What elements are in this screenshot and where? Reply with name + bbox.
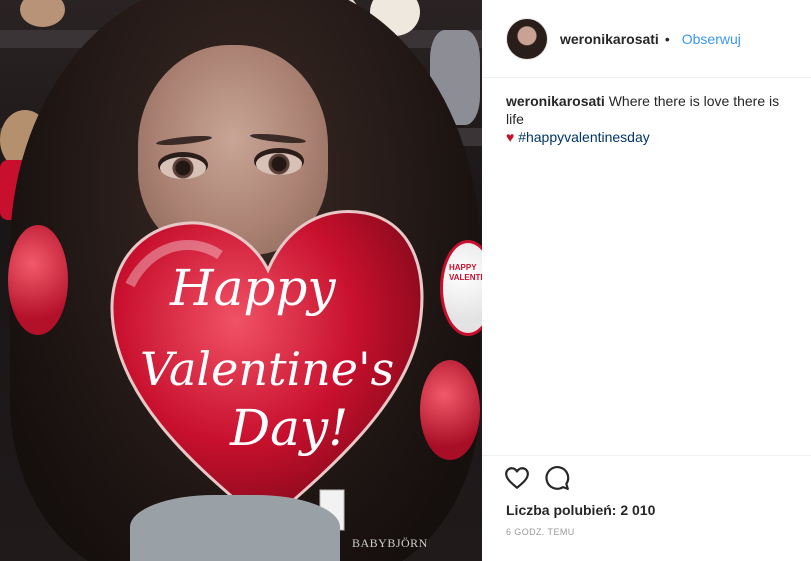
side-balloon-text: VALENTINE'S	[449, 273, 482, 282]
eyebrow	[155, 134, 213, 147]
separator-dot: •	[664, 30, 670, 47]
post-header: weronikarosati • Obserwuj	[482, 0, 811, 78]
brand-label: BABYBJÖRN	[352, 536, 428, 550]
follow-button[interactable]: Obserwuj	[682, 31, 741, 47]
caption-username-link[interactable]: weronikarosati	[506, 93, 605, 109]
eye	[256, 153, 302, 175]
post-actions: Liczba polubień: 2 010 6 GODZ. TEMU	[482, 455, 811, 537]
balloon-text: Happy	[169, 259, 336, 317]
side-balloon	[8, 225, 68, 335]
balloon-text: Day!	[229, 399, 348, 457]
post-timestamp[interactable]: 6 GODZ. TEMU	[506, 527, 575, 537]
action-icons	[504, 465, 570, 491]
eye	[160, 157, 206, 179]
heart-balloon: Happy Valentine's Day!	[110, 210, 424, 531]
comment-bubble-icon[interactable]	[544, 465, 570, 491]
post-caption: weronikarosati Where there is love there…	[506, 92, 799, 146]
balloon-text: Valentine's	[140, 342, 394, 396]
sweater	[130, 495, 340, 561]
side-balloon-text: HAPPY	[449, 263, 477, 272]
post-photo[interactable]: HAPPY VALENTINE'S Happy Valentine's Day!…	[0, 0, 482, 561]
heart-emoji: ♥	[506, 129, 515, 145]
username-link[interactable]: weronikarosati	[560, 31, 659, 47]
avatar[interactable]	[506, 17, 548, 60]
eyebrow	[249, 132, 307, 145]
post-sidebar: weronikarosati • Obserwuj weronikarosati…	[482, 0, 811, 561]
heart-outline-icon[interactable]	[504, 465, 530, 491]
hashtag-link[interactable]: #happyvalentinesday	[518, 129, 650, 145]
instagram-post: HAPPY VALENTINE'S Happy Valentine's Day!…	[0, 0, 811, 561]
likes-count[interactable]: Liczba polubień: 2 010	[506, 502, 655, 518]
